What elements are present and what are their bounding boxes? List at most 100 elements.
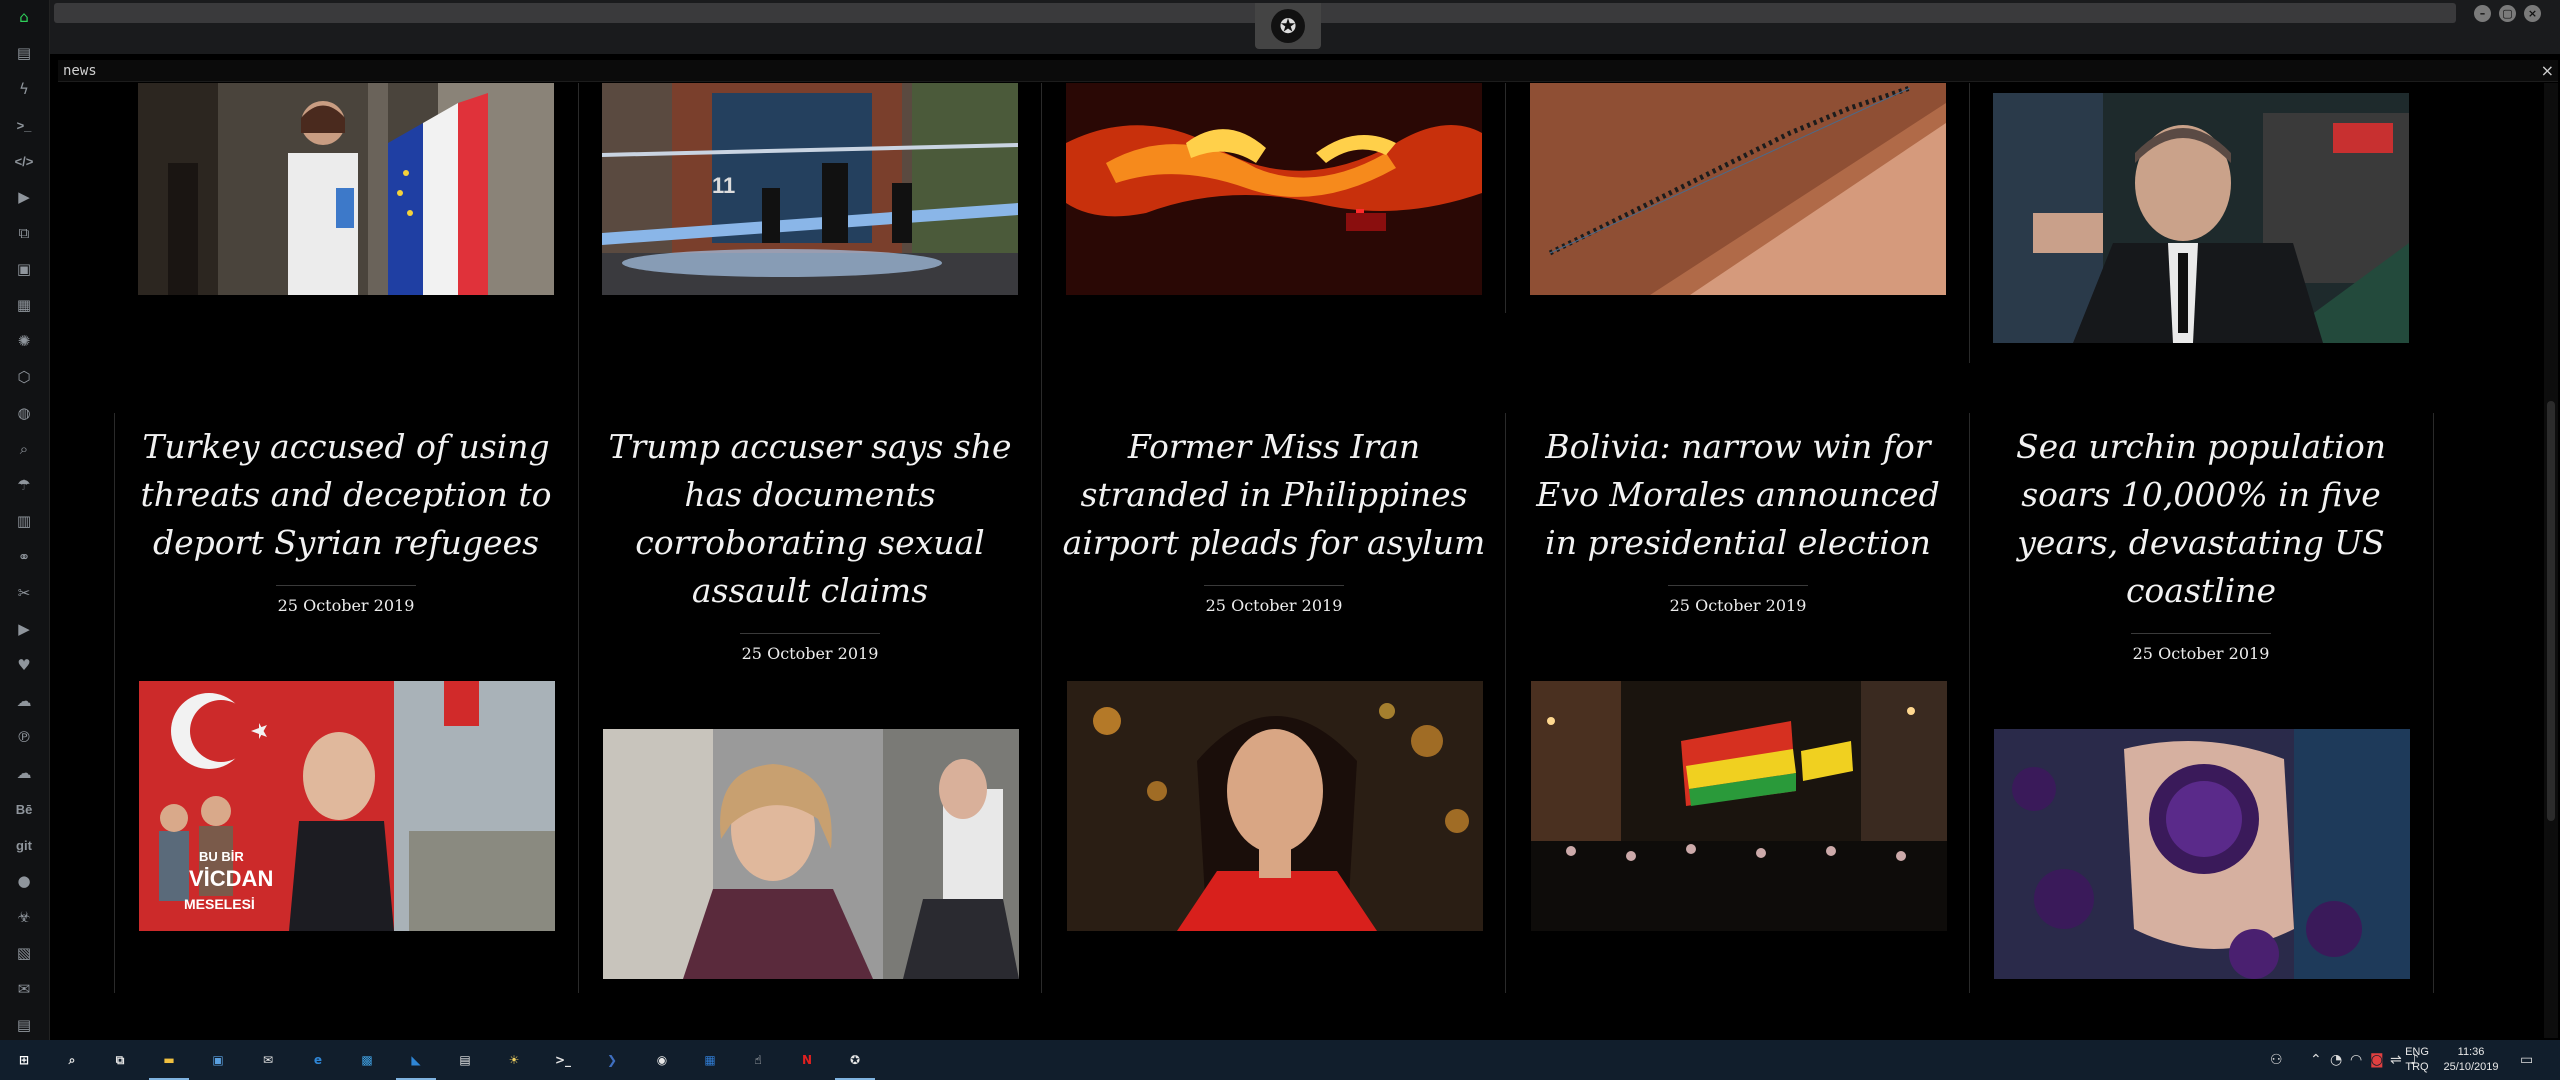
powershell-icon[interactable]: ❯: [600, 1048, 624, 1072]
edge-icon[interactable]: e: [306, 1048, 330, 1072]
heart-icon[interactable]: ♥: [13, 654, 35, 676]
column-divider: [1041, 83, 1042, 993]
article-headline[interactable]: Former Miss Iran stranded in Philippines…: [1059, 423, 1489, 567]
maximize-icon[interactable]: ▢: [2499, 5, 2516, 22]
code-icon[interactable]: </>: [13, 150, 35, 172]
behance-icon[interactable]: Bē: [13, 798, 35, 820]
article-headline[interactable]: Trump accuser says she has documents cor…: [595, 423, 1025, 615]
search-icon[interactable]: ⌕: [60, 1048, 84, 1072]
close-window-icon[interactable]: ×: [2524, 5, 2541, 22]
people-icon[interactable]: ⚇: [2270, 1052, 2283, 1068]
photo-sea-urchins[interactable]: [1994, 729, 2410, 979]
column-divider: [1505, 83, 1506, 313]
server-icon[interactable]: ▤: [13, 1014, 35, 1036]
column-divider: [578, 83, 579, 993]
weather-icon[interactable]: ☀: [502, 1048, 526, 1072]
article-date: 25 October 2019: [277, 596, 415, 615]
article-date: 25 October 2019: [2132, 644, 2270, 663]
news-grid: 11 Turkey accused of using threats and d…: [58, 83, 2544, 1038]
rebel-logo-tab[interactable]: ✪: [1255, 3, 1321, 49]
column-divider: [1505, 413, 1506, 993]
umbrella-icon[interactable]: ☂: [13, 474, 35, 496]
youtube-icon[interactable]: ▶: [13, 618, 35, 640]
newspaper-icon[interactable]: ▦: [13, 294, 35, 316]
svg-text:11: 11: [712, 173, 735, 198]
news-window-title: news: [63, 63, 97, 79]
rebel-app-icon[interactable]: ✪: [843, 1048, 867, 1072]
minimize-icon[interactable]: –: [2474, 5, 2491, 22]
file-explorer-icon[interactable]: ▬: [157, 1048, 181, 1072]
photos-app-icon[interactable]: ▩: [355, 1048, 379, 1072]
headline-divider: [1668, 585, 1808, 586]
headline-divider: [276, 585, 416, 586]
play-circle-icon[interactable]: ▶: [13, 186, 35, 208]
headline-divider: [2131, 633, 2271, 634]
photo-trump-accuser[interactable]: [603, 729, 1019, 979]
language-primary: ENG: [2405, 1046, 2429, 1058]
globe-icon[interactable]: ◍: [13, 402, 35, 424]
github-icon[interactable]: ●: [13, 870, 35, 892]
image-icon[interactable]: ▣: [13, 258, 35, 280]
news-app-icon[interactable]: ▤: [453, 1048, 477, 1072]
photo-erdogan-poster[interactable]: BU BİR VİCDAN MESELESİ: [139, 681, 555, 931]
clock-date: 25/10/2019: [2443, 1061, 2499, 1073]
article-headline[interactable]: Turkey accused of using threats and dece…: [131, 423, 561, 567]
column-divider: [2433, 413, 2434, 993]
start-icon[interactable]: ⊞: [12, 1048, 36, 1072]
store-icon[interactable]: ▣: [206, 1048, 230, 1072]
terminal-icon[interactable]: >_: [13, 114, 35, 136]
lightning-icon[interactable]: ϟ: [13, 78, 35, 100]
usb-icon[interactable]: ⇌: [2390, 1052, 2402, 1068]
article-headline[interactable]: Bolivia: narrow win for Evo Morales anno…: [1523, 423, 1953, 567]
hexagon-icon[interactable]: ⬡: [13, 366, 35, 388]
git-icon[interactable]: git: [13, 834, 35, 856]
photo-man-suit[interactable]: [1993, 93, 2409, 343]
terminal-app-icon[interactable]: >_: [551, 1048, 575, 1072]
tray-chevron-up-icon[interactable]: ⌃: [2310, 1052, 2322, 1068]
hand-pointer-icon[interactable]: ☝: [746, 1048, 770, 1072]
article-headline[interactable]: Sea urchin population soars 10,000% in f…: [1986, 423, 2416, 615]
scrollbar-thumb[interactable]: [2547, 401, 2555, 821]
task-view-icon[interactable]: ⧉: [108, 1048, 132, 1072]
mail-icon[interactable]: ✉: [13, 978, 35, 1000]
photo-elysee-woman[interactable]: [138, 83, 554, 295]
map-icon[interactable]: ▧: [13, 942, 35, 964]
column-divider: [1969, 83, 1970, 363]
pinterest-icon[interactable]: ℗: [13, 726, 35, 748]
chrome-icon[interactable]: ◉: [650, 1048, 674, 1072]
photo-miss-iran[interactable]: [1067, 681, 1483, 931]
aperture-icon[interactable]: ✺: [13, 330, 35, 352]
cloud-icon[interactable]: ☁: [13, 762, 35, 784]
language-indicator[interactable]: ENG TRQ: [2403, 1045, 2431, 1075]
copy-icon[interactable]: ⧉: [13, 222, 35, 244]
photo-police-tape[interactable]: 11: [602, 83, 1018, 295]
link-icon[interactable]: ⚭: [13, 546, 35, 568]
search-icon[interactable]: ⌕: [13, 438, 35, 460]
vscode-icon[interactable]: ◣: [404, 1048, 428, 1072]
clock[interactable]: 11:36 25/10/2019: [2440, 1045, 2502, 1075]
notifications-icon[interactable]: ▭: [2520, 1052, 2533, 1068]
remote-desktop-icon[interactable]: ▦: [698, 1048, 722, 1072]
headline-divider: [1204, 585, 1344, 586]
security-alert-icon[interactable]: ◙: [2370, 1052, 2384, 1068]
document-icon[interactable]: ▤: [13, 42, 35, 64]
network-icon[interactable]: ◔: [2330, 1052, 2342, 1068]
top-bar: ✪ – ▢ ×: [50, 0, 2560, 54]
photo-wildfire[interactable]: [1066, 83, 1482, 295]
home-icon[interactable]: ⌂: [13, 6, 35, 28]
netflix-icon[interactable]: N: [795, 1048, 819, 1072]
mail-app-icon[interactable]: ✉: [256, 1048, 280, 1072]
biohazard-icon[interactable]: ☣: [13, 906, 35, 928]
article-date: 25 October 2019: [1205, 596, 1343, 615]
article-date: 25 October 2019: [1669, 596, 1807, 615]
cloud-sync-icon[interactable]: ☁: [13, 690, 35, 712]
photo-uluru-climbers[interactable]: [1530, 83, 1946, 295]
news-close-icon[interactable]: ×: [2541, 61, 2554, 80]
news-scrollbar[interactable]: [2544, 83, 2558, 1038]
photo-bolivia-crowd[interactable]: [1531, 681, 1947, 931]
contact-card-icon[interactable]: ▥: [13, 510, 35, 532]
article-date: 25 October 2019: [741, 644, 879, 663]
column-divider: [1969, 413, 1970, 993]
scissors-icon[interactable]: ✂: [13, 582, 35, 604]
wifi-icon[interactable]: ◠: [2350, 1052, 2362, 1068]
